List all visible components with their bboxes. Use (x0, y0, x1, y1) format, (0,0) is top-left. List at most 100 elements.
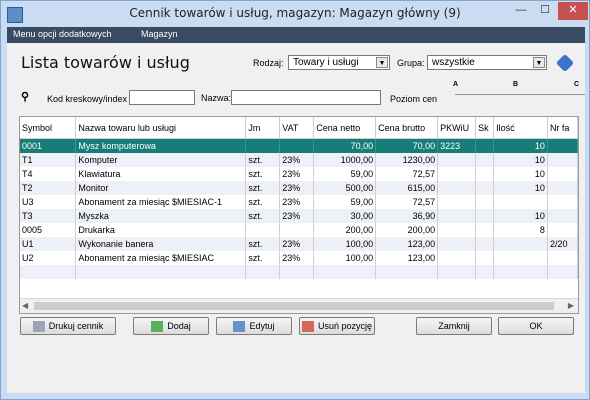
table-row[interactable]: T1 Komputer szt. 23% 1000,00 1230,00 10 (20, 153, 578, 167)
price-level-label: Poziom cen (390, 94, 438, 104)
table-cell: Klawiatura (75, 167, 247, 181)
column-header[interactable]: Cena netto (313, 117, 377, 139)
group-label: Grupa: (397, 58, 425, 68)
table-cell: Myszka (75, 209, 247, 223)
column-header[interactable]: Cena brutto (375, 117, 439, 139)
client-area: Lista towarów i usług Rodzaj: Towary i u… (7, 43, 585, 393)
group-select[interactable]: wszystkie ▼ (427, 55, 547, 70)
table-cell: Komputer (75, 153, 247, 167)
table-cell: 10 (493, 209, 548, 223)
price-level-c: C (574, 81, 580, 88)
table-cell: 70,00 (313, 138, 377, 153)
close-window-button[interactable]: ✕ (558, 2, 588, 20)
type-select[interactable]: Towary i usługi ▼ (288, 55, 390, 70)
table-cell: T2 (20, 181, 77, 195)
horizontal-scrollbar[interactable]: ◀ ▶ (20, 298, 578, 313)
empty-cell (245, 265, 281, 279)
table-cell (475, 209, 495, 223)
table-row[interactable]: U3 Abonament za miesiąc $MIESIAC-1 szt. 23%… (20, 195, 578, 209)
empty-cell (375, 265, 439, 279)
table-cell: 30,00 (313, 209, 377, 223)
table-cell: 36,90 (375, 209, 439, 223)
table-cell: 23% (279, 153, 315, 167)
table-cell: 10 (493, 167, 548, 181)
table-cell: Abonament za miesiąc $MIESIAC-1 (75, 195, 247, 209)
table-row[interactable]: 0001 Mysz komputerowa 70,00 70,00 3223 10 (20, 138, 578, 153)
column-header[interactable]: Sk (475, 117, 495, 139)
table-cell (493, 251, 548, 265)
price-level-b: B (513, 81, 519, 88)
column-header[interactable]: Ilość (493, 117, 548, 139)
table-cell (547, 195, 578, 209)
printer-icon (32, 321, 45, 333)
price-level-slider[interactable]: A B C (453, 81, 585, 107)
empty-row (20, 265, 578, 279)
empty-cell (20, 265, 77, 279)
table-cell (547, 251, 578, 265)
table-row[interactable]: T4 Klawiatura szt. 23% 59,00 72,57 10 (20, 167, 578, 181)
delete-icon (301, 321, 314, 333)
print-price-list-button[interactable]: Drukuj cennik (20, 317, 116, 335)
add-button[interactable]: Dodaj (133, 317, 209, 335)
chevron-down-icon[interactable]: ▼ (376, 57, 388, 68)
minimize-button[interactable]: — (509, 2, 533, 20)
delete-item-button[interactable]: Usuń pozycję (299, 317, 375, 335)
table-cell: 23% (279, 209, 315, 223)
name-search-input[interactable] (231, 90, 381, 105)
scroll-right-icon[interactable]: ▶ (568, 301, 574, 310)
column-header[interactable]: Nazwa towaru lub usługi (75, 117, 247, 139)
table-cell (547, 223, 578, 237)
edit-button[interactable]: Edytuj (216, 317, 292, 335)
table-row[interactable]: U1 Wykonanie banera szt. 23% 100,00 123,00 2/2… (20, 237, 578, 251)
column-header[interactable]: Symbol (20, 117, 77, 139)
table-cell (437, 181, 477, 195)
table-cell (475, 138, 495, 153)
column-header[interactable]: Nr fa (547, 117, 578, 139)
menu-additional-options[interactable]: Menu opcji dodatkowych (13, 29, 112, 39)
table-cell: 23% (279, 251, 315, 265)
barcode-input[interactable] (129, 90, 195, 105)
table-row[interactable]: U2 Abonament za miesiąc $MIESIAC szt. 23% 10… (20, 251, 578, 265)
table-row[interactable]: T3 Myszka szt. 23% 30,00 36,90 10 (20, 209, 578, 223)
table-cell: 500,00 (313, 181, 377, 195)
table-cell (547, 153, 578, 167)
table-cell: Wykonanie banera (75, 237, 247, 251)
menu-warehouse[interactable]: Magazyn (141, 29, 178, 39)
table-cell (437, 251, 477, 265)
menu-bar: Menu opcji dodatkowych Magazyn (7, 27, 585, 43)
price-level-a: A (453, 81, 459, 88)
column-header[interactable]: PKWiU (437, 117, 477, 139)
chevron-down-icon[interactable]: ▼ (533, 57, 545, 68)
scroll-left-icon[interactable]: ◀ (22, 301, 28, 310)
ok-button[interactable]: OK (498, 317, 574, 335)
table-cell: 0001 (20, 138, 77, 153)
table-cell (475, 237, 495, 251)
table-cell (475, 181, 495, 195)
delete-button-label: Usuń pozycję (317, 321, 373, 331)
table-cell (475, 223, 495, 237)
table-cell: 72,57 (375, 195, 439, 209)
table-cell: 123,00 (375, 251, 439, 265)
table-row[interactable]: T2 Monitor szt. 23% 500,00 615,00 10 (20, 181, 578, 195)
table-cell: 2/20 (547, 237, 578, 251)
table-cell: 72,57 (375, 167, 439, 181)
groups-cube-icon[interactable] (555, 53, 575, 73)
close-button[interactable]: Zamknij (416, 317, 492, 335)
table-cell: U3 (20, 195, 77, 209)
table-cell: 0005 (20, 223, 77, 237)
table-cell (245, 138, 281, 153)
maximize-button[interactable]: ☐ (533, 2, 557, 20)
title-bar[interactable]: Cennik towarów i usług, magazyn: Magazyn… (1, 1, 589, 27)
binoculars-icon[interactable]: ⚲ (21, 90, 29, 103)
empty-cell (493, 265, 548, 279)
empty-cell (313, 265, 377, 279)
column-header[interactable]: VAT (279, 117, 315, 139)
empty-cell (437, 265, 477, 279)
table-row[interactable]: 0005 Drukarka 200,00 200,00 8 (20, 223, 578, 237)
scrollbar-thumb[interactable] (34, 302, 554, 310)
slider-track[interactable] (455, 94, 585, 95)
column-header[interactable]: Jm (245, 117, 281, 139)
print-button-label: Drukuj cennik (48, 321, 104, 331)
table-cell (475, 153, 495, 167)
add-icon (151, 321, 164, 333)
